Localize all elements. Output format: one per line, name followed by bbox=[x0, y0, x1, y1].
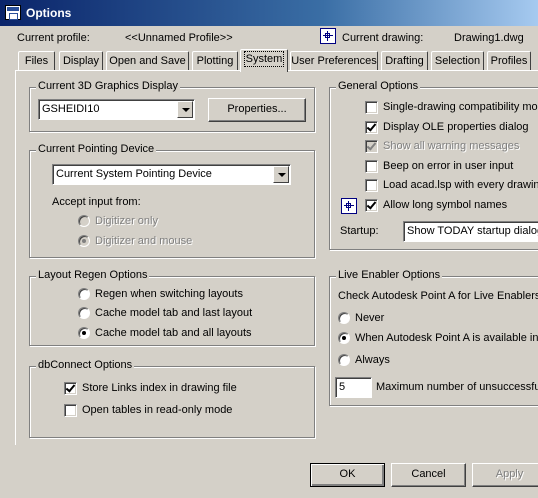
beep-on-error-label: Beep on error in user input bbox=[383, 160, 514, 172]
drawing-icon bbox=[320, 28, 336, 44]
beep-on-error-checkbox[interactable] bbox=[365, 160, 378, 173]
regen-switching-label: Regen when switching layouts bbox=[95, 288, 243, 300]
warning-messages-label: Show all warning messages bbox=[383, 140, 520, 152]
max-unsuccessful-label: Maximum number of unsuccessful bbox=[376, 381, 538, 393]
never-label: Never bbox=[355, 312, 385, 324]
graphics-display-select[interactable]: GSHEIDI10 bbox=[38, 99, 195, 120]
warning-messages-checkbox[interactable] bbox=[365, 140, 378, 153]
read-only-tables-label: Open tables in read-only mode bbox=[82, 404, 233, 416]
single-drawing-checkbox[interactable] bbox=[365, 101, 378, 114]
when-available-radio[interactable] bbox=[338, 332, 350, 344]
when-available-label: When Autodesk Point A is available in bbox=[355, 332, 538, 344]
pointing-device-select[interactable]: Current System Pointing Device bbox=[52, 164, 291, 185]
tab-user-preferences[interactable]: User Preferences bbox=[290, 51, 378, 71]
max-unsuccessful-input[interactable]: 5 bbox=[335, 377, 372, 398]
general-options-title: General Options bbox=[336, 80, 421, 92]
cache-last-layout-label: Cache model tab and last layout bbox=[95, 307, 253, 319]
dbconnect-title: dbConnect Options bbox=[36, 359, 135, 371]
chevron-down-icon[interactable] bbox=[273, 166, 289, 183]
live-enabler-title: Live Enabler Options bbox=[336, 269, 443, 281]
store-links-label: Store Links index in drawing file bbox=[82, 382, 237, 394]
accept-input-label: Accept input from: bbox=[52, 196, 141, 208]
pointing-device-title: Current Pointing Device bbox=[36, 143, 157, 155]
ole-properties-checkbox[interactable] bbox=[365, 121, 378, 134]
store-links-checkbox[interactable] bbox=[64, 382, 77, 395]
live-enabler-prompt: Check Autodesk Point A for Live Enablers… bbox=[338, 290, 538, 302]
tab-profiles[interactable]: Profiles bbox=[487, 51, 531, 71]
tab-selection[interactable]: Selection bbox=[431, 51, 484, 71]
ok-button[interactable]: OK bbox=[310, 463, 385, 487]
tab-files[interactable]: Files bbox=[18, 51, 55, 71]
always-label: Always bbox=[355, 354, 390, 366]
startup-select[interactable]: Show TODAY startup dialog bbox=[403, 221, 538, 242]
tab-plotting[interactable]: Plotting bbox=[192, 51, 238, 71]
cache-last-layout-radio[interactable] bbox=[78, 307, 90, 319]
tab-system[interactable]: System bbox=[240, 49, 288, 72]
apply-button[interactable]: Apply bbox=[472, 463, 538, 487]
current-profile-value: <<Unnamed Profile>> bbox=[125, 32, 233, 44]
never-radio[interactable] bbox=[338, 312, 350, 324]
dbconnect-group: dbConnect Options bbox=[29, 359, 315, 438]
regen-switching-radio[interactable] bbox=[78, 288, 90, 300]
digitizer-and-mouse-label: Digitizer and mouse bbox=[95, 235, 193, 247]
drawing-icon bbox=[341, 198, 357, 214]
current-drawing-value: Drawing1.dwg bbox=[454, 32, 524, 44]
long-symbol-names-checkbox[interactable] bbox=[365, 199, 378, 212]
startup-label: Startup: bbox=[340, 225, 379, 237]
long-symbol-names-label: Allow long symbol names bbox=[383, 199, 508, 211]
title-bar[interactable]: Options bbox=[0, 0, 538, 26]
cache-all-layouts-radio[interactable] bbox=[78, 327, 90, 339]
digitizer-and-mouse-radio[interactable] bbox=[78, 235, 90, 247]
tab-drafting[interactable]: Drafting bbox=[381, 51, 428, 71]
layout-regen-title: Layout Regen Options bbox=[36, 269, 150, 281]
single-drawing-label: Single-drawing compatibility mode bbox=[383, 101, 538, 113]
tab-display[interactable]: Display bbox=[59, 51, 103, 71]
app-icon bbox=[5, 5, 21, 20]
graphics-display-title: Current 3D Graphics Display bbox=[36, 80, 180, 92]
digitizer-only-label: Digitizer only bbox=[95, 215, 158, 227]
current-profile-label: Current profile: bbox=[17, 32, 90, 44]
current-drawing-label: Current drawing: bbox=[342, 32, 424, 44]
always-radio[interactable] bbox=[338, 354, 350, 366]
properties-button[interactable]: Properties... bbox=[208, 98, 306, 122]
tab-open-and-save[interactable]: Open and Save bbox=[106, 51, 189, 71]
ole-properties-label: Display OLE properties dialog bbox=[383, 121, 529, 133]
load-acad-lsp-checkbox[interactable] bbox=[365, 179, 378, 192]
load-acad-lsp-label: Load acad.lsp with every drawing bbox=[383, 179, 538, 191]
window-title: Options bbox=[26, 6, 72, 20]
read-only-tables-checkbox[interactable] bbox=[64, 404, 77, 417]
cancel-button[interactable]: Cancel bbox=[391, 463, 466, 487]
cache-all-layouts-label: Cache model tab and all layouts bbox=[95, 327, 252, 339]
digitizer-only-radio[interactable] bbox=[78, 215, 90, 227]
chevron-down-icon[interactable] bbox=[177, 101, 193, 118]
